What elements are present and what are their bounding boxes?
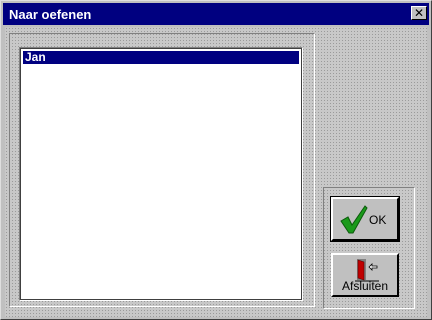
checkmark-icon <box>340 205 368 234</box>
dialog-window: Naar oefenen ✕ Jan OK Afsluiten <box>0 0 432 320</box>
title-bar[interactable]: Naar oefenen ✕ <box>3 3 429 25</box>
list-item[interactable]: Jan <box>23 51 299 64</box>
name-listbox[interactable]: Jan <box>19 47 303 301</box>
ok-button[interactable]: OK <box>330 196 400 242</box>
close-window-button[interactable]: ✕ <box>411 6 427 20</box>
close-icon: ✕ <box>413 6 425 20</box>
exit-button[interactable]: Afsluiten <box>331 253 399 297</box>
ok-label: OK <box>369 213 387 227</box>
exit-label: Afsluiten <box>341 279 389 293</box>
window-title: Naar oefenen <box>9 6 92 22</box>
